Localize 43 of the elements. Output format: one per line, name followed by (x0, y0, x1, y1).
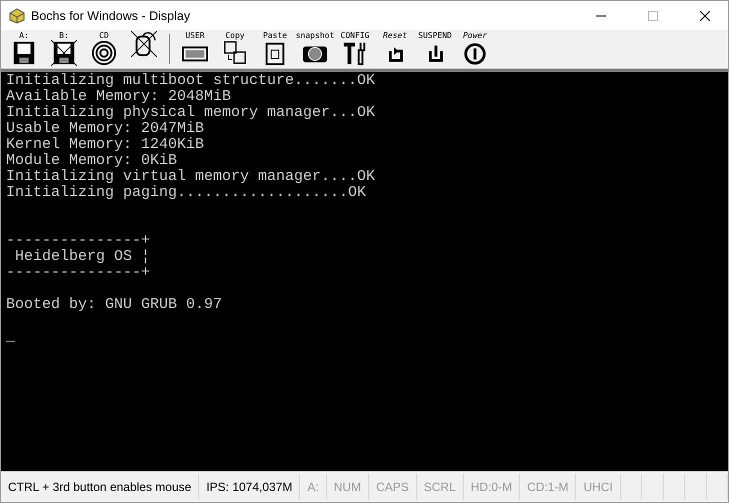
console-line: Initializing paging...................OK (6, 185, 368, 201)
console-line: Module Memory: 0KiB (6, 153, 178, 169)
camera-button[interactable]: snapshot (296, 31, 334, 67)
paste-button[interactable]: Paste (256, 31, 294, 67)
console-line: Booted by: GNU GRUB 0.97 (6, 297, 224, 313)
console-line: Initializing multiboot structure.......OK (6, 73, 376, 89)
status-panel: HD:0-M (464, 474, 520, 500)
config-icon (342, 40, 368, 66)
suspend-button[interactable]: SUSPEND (416, 31, 454, 67)
power-button[interactable]: Power (456, 31, 494, 67)
cdrom-button[interactable]: CD (85, 31, 123, 67)
maximize-icon (648, 10, 658, 20)
mouse-icon (131, 31, 157, 57)
status-panel: CAPS (369, 474, 417, 500)
window-title: Bochs for Windows - Display (31, 8, 192, 22)
config-button[interactable]: CONFIG (336, 31, 374, 67)
status-panel: A: (300, 474, 327, 500)
status-panel: UHCI (576, 474, 621, 500)
close-icon (700, 10, 710, 20)
reset-button[interactable]: Reset (376, 31, 414, 67)
keyboard-button[interactable]: USER (176, 31, 214, 67)
floppy-button[interactable]: A: (5, 31, 43, 67)
cdrom-icon (91, 40, 117, 66)
copy-button[interactable]: Copy (216, 31, 254, 67)
floppy-button[interactable]: B: (45, 31, 83, 67)
console-line: Usable Memory: 2047MiB (6, 121, 206, 137)
console-line: Heidelberg OS ¦ (14, 249, 152, 265)
copy-icon (222, 40, 248, 66)
status-panel: CTRL + 3rd button enables mouse (1, 474, 200, 500)
status-panel: SCRL (416, 474, 464, 500)
floppy-icon (11, 40, 37, 66)
console-line: Initializing physical memory manager...OK (6, 105, 376, 121)
console-line: ---------------+ (6, 265, 152, 281)
console-line: Initializing virtual memory manager....OK (6, 169, 376, 185)
console-line: ---------------+ (6, 233, 152, 249)
console-line: Kernel Memory: 1240KiB (6, 137, 206, 153)
console-line: Available Memory: 2048MiB (6, 89, 232, 105)
floppy-icon (51, 40, 77, 66)
status-panel: IPS: 1074,037M (199, 474, 300, 500)
status-panel: NUM (326, 474, 370, 500)
app-icon (9, 8, 25, 24)
status-panel: CD:1-M (520, 474, 576, 500)
text-cursor: _ (6, 329, 16, 345)
